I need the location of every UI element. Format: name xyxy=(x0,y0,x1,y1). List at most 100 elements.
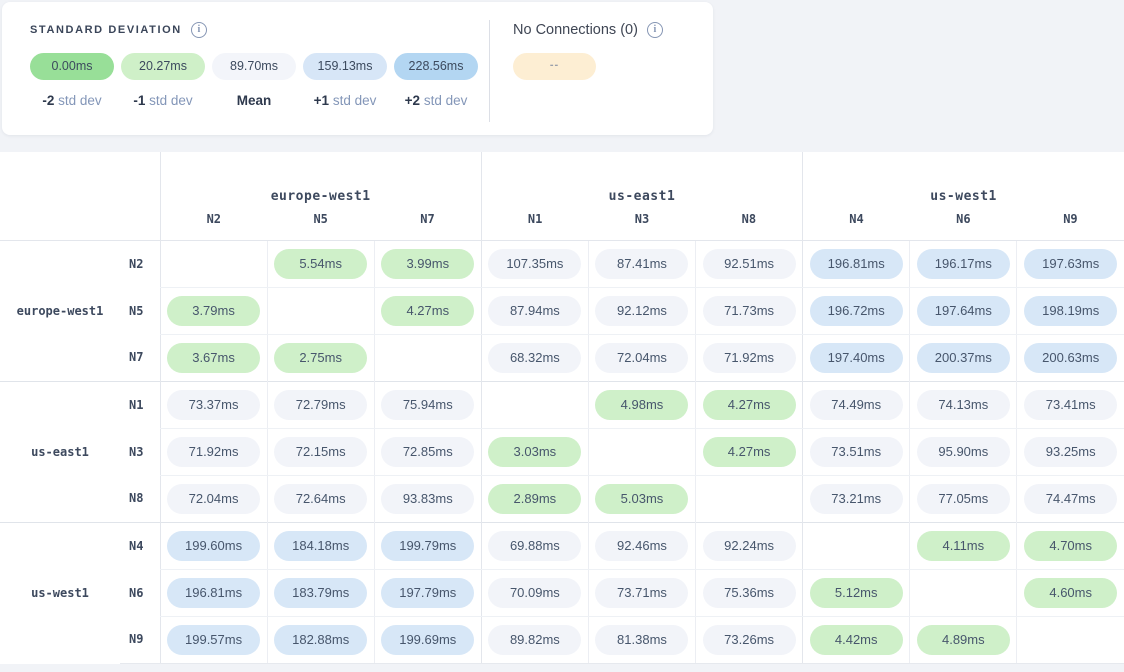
latency-pill[interactable]: 73.21ms xyxy=(810,484,903,514)
latency-pill[interactable]: 71.92ms xyxy=(703,343,796,373)
latency-cell: 71.92ms xyxy=(696,334,803,381)
legend-card: STANDARD DEVIATION i 0.00ms-2 std dev20.… xyxy=(2,2,713,135)
latency-pill[interactable]: 199.60ms xyxy=(167,531,260,561)
latency-cell: 87.41ms xyxy=(588,240,695,287)
latency-pill[interactable]: 4.98ms xyxy=(595,390,688,420)
latency-pill[interactable]: 92.51ms xyxy=(703,249,796,279)
latency-pill[interactable]: 4.27ms xyxy=(703,437,796,467)
legend-pill: 159.13ms xyxy=(303,53,387,80)
latency-pill[interactable]: 2.75ms xyxy=(274,343,367,373)
latency-cell: 5.03ms xyxy=(588,475,695,522)
latency-pill[interactable]: 74.13ms xyxy=(917,390,1010,420)
latency-pill[interactable]: 95.90ms xyxy=(917,437,1010,467)
latency-pill[interactable]: 89.82ms xyxy=(488,625,581,655)
info-icon[interactable]: i xyxy=(647,22,663,38)
latency-pill[interactable]: 73.51ms xyxy=(810,437,903,467)
latency-pill[interactable]: 71.73ms xyxy=(703,296,796,326)
latency-pill[interactable]: 4.27ms xyxy=(703,390,796,420)
column-group-header-us-west1: us-west1 xyxy=(803,152,1124,210)
latency-pill[interactable]: 5.54ms xyxy=(274,249,367,279)
latency-pill[interactable]: 199.57ms xyxy=(167,625,260,655)
latency-cell: 4.60ms xyxy=(1017,569,1124,616)
latency-matrix: europe-west1us-east1us-west1N2N5N7N1N3N8… xyxy=(0,152,1124,664)
latency-pill[interactable]: 72.79ms xyxy=(274,390,367,420)
latency-cell: 93.83ms xyxy=(374,475,481,522)
legend-items: 0.00ms-2 std dev20.27ms-1 std dev89.70ms… xyxy=(30,53,478,108)
latency-pill[interactable]: 81.38ms xyxy=(595,625,688,655)
column-header-N7: N7 xyxy=(374,210,481,240)
latency-pill[interactable]: 3.67ms xyxy=(167,343,260,373)
latency-pill[interactable]: 4.89ms xyxy=(917,625,1010,655)
row-header-N8: N8 xyxy=(120,475,160,522)
latency-pill[interactable]: 183.79ms xyxy=(274,578,367,608)
latency-pill[interactable]: 72.15ms xyxy=(274,437,367,467)
latency-pill[interactable]: 198.19ms xyxy=(1024,296,1117,326)
legend-item: 0.00ms-2 std dev xyxy=(30,53,114,108)
latency-pill[interactable]: 68.32ms xyxy=(488,343,581,373)
latency-pill[interactable]: 5.03ms xyxy=(595,484,688,514)
no-connections-title: No Connections (0) xyxy=(513,22,638,38)
legend-pill: 20.27ms xyxy=(121,53,205,80)
legend-item: 228.56ms+2 std dev xyxy=(394,53,478,108)
latency-pill[interactable]: 75.36ms xyxy=(703,578,796,608)
latency-pill[interactable]: 196.17ms xyxy=(917,249,1010,279)
latency-pill[interactable]: 197.40ms xyxy=(810,343,903,373)
latency-pill[interactable]: 199.69ms xyxy=(381,625,474,655)
latency-pill[interactable]: 3.79ms xyxy=(167,296,260,326)
latency-pill[interactable]: 73.71ms xyxy=(595,578,688,608)
latency-cell: 107.35ms xyxy=(481,240,588,287)
legend-label: +2 std dev xyxy=(394,93,478,108)
latency-pill[interactable]: 3.03ms xyxy=(488,437,581,467)
latency-pill[interactable]: 4.27ms xyxy=(381,296,474,326)
latency-cell: 5.12ms xyxy=(803,569,910,616)
latency-pill[interactable]: 92.46ms xyxy=(595,531,688,561)
latency-pill[interactable]: 182.88ms xyxy=(274,625,367,655)
latency-pill[interactable]: 72.04ms xyxy=(167,484,260,514)
latency-pill[interactable]: 87.41ms xyxy=(595,249,688,279)
latency-pill[interactable]: 200.37ms xyxy=(917,343,1010,373)
info-icon[interactable]: i xyxy=(191,22,207,38)
latency-pill[interactable]: 72.85ms xyxy=(381,437,474,467)
latency-cell: 81.38ms xyxy=(588,616,695,663)
latency-pill[interactable]: 107.35ms xyxy=(488,249,581,279)
latency-pill[interactable]: 199.79ms xyxy=(381,531,474,561)
latency-pill[interactable]: 4.11ms xyxy=(917,531,1010,561)
latency-pill[interactable]: 184.18ms xyxy=(274,531,367,561)
latency-pill[interactable]: 73.41ms xyxy=(1024,390,1117,420)
latency-pill[interactable]: 87.94ms xyxy=(488,296,581,326)
latency-pill[interactable]: 92.12ms xyxy=(595,296,688,326)
latency-pill[interactable]: 4.60ms xyxy=(1024,578,1117,608)
latency-pill[interactable]: 92.24ms xyxy=(703,531,796,561)
latency-pill[interactable]: 4.42ms xyxy=(810,625,903,655)
latency-pill[interactable]: 74.47ms xyxy=(1024,484,1117,514)
latency-pill[interactable]: 196.81ms xyxy=(810,249,903,279)
latency-pill[interactable]: 197.64ms xyxy=(917,296,1010,326)
latency-pill[interactable]: 197.79ms xyxy=(381,578,474,608)
latency-cell: 182.88ms xyxy=(267,616,374,663)
latency-pill[interactable]: 5.12ms xyxy=(810,578,903,608)
latency-pill[interactable]: 196.81ms xyxy=(167,578,260,608)
latency-pill[interactable]: 77.05ms xyxy=(917,484,1010,514)
no-connections-legend: No Connections (0) i -- xyxy=(513,22,663,80)
latency-pill[interactable]: 200.63ms xyxy=(1024,343,1117,373)
latency-pill[interactable]: 69.88ms xyxy=(488,531,581,561)
latency-pill[interactable]: 93.83ms xyxy=(381,484,474,514)
latency-pill[interactable]: 74.49ms xyxy=(810,390,903,420)
latency-cell: 200.37ms xyxy=(910,334,1017,381)
latency-pill[interactable]: 71.92ms xyxy=(167,437,260,467)
latency-cell: 73.51ms xyxy=(803,428,910,475)
latency-pill[interactable]: 2.89ms xyxy=(488,484,581,514)
latency-cell: 72.79ms xyxy=(267,381,374,428)
latency-pill[interactable]: 73.37ms xyxy=(167,390,260,420)
latency-pill[interactable]: 72.64ms xyxy=(274,484,367,514)
latency-pill[interactable]: 196.72ms xyxy=(810,296,903,326)
latency-pill[interactable]: 4.70ms xyxy=(1024,531,1117,561)
latency-cell: 74.49ms xyxy=(803,381,910,428)
latency-pill[interactable]: 3.99ms xyxy=(381,249,474,279)
latency-pill[interactable]: 70.09ms xyxy=(488,578,581,608)
latency-pill[interactable]: 73.26ms xyxy=(703,625,796,655)
latency-pill[interactable]: 93.25ms xyxy=(1024,437,1117,467)
latency-pill[interactable]: 197.63ms xyxy=(1024,249,1117,279)
latency-pill[interactable]: 75.94ms xyxy=(381,390,474,420)
latency-pill[interactable]: 72.04ms xyxy=(595,343,688,373)
